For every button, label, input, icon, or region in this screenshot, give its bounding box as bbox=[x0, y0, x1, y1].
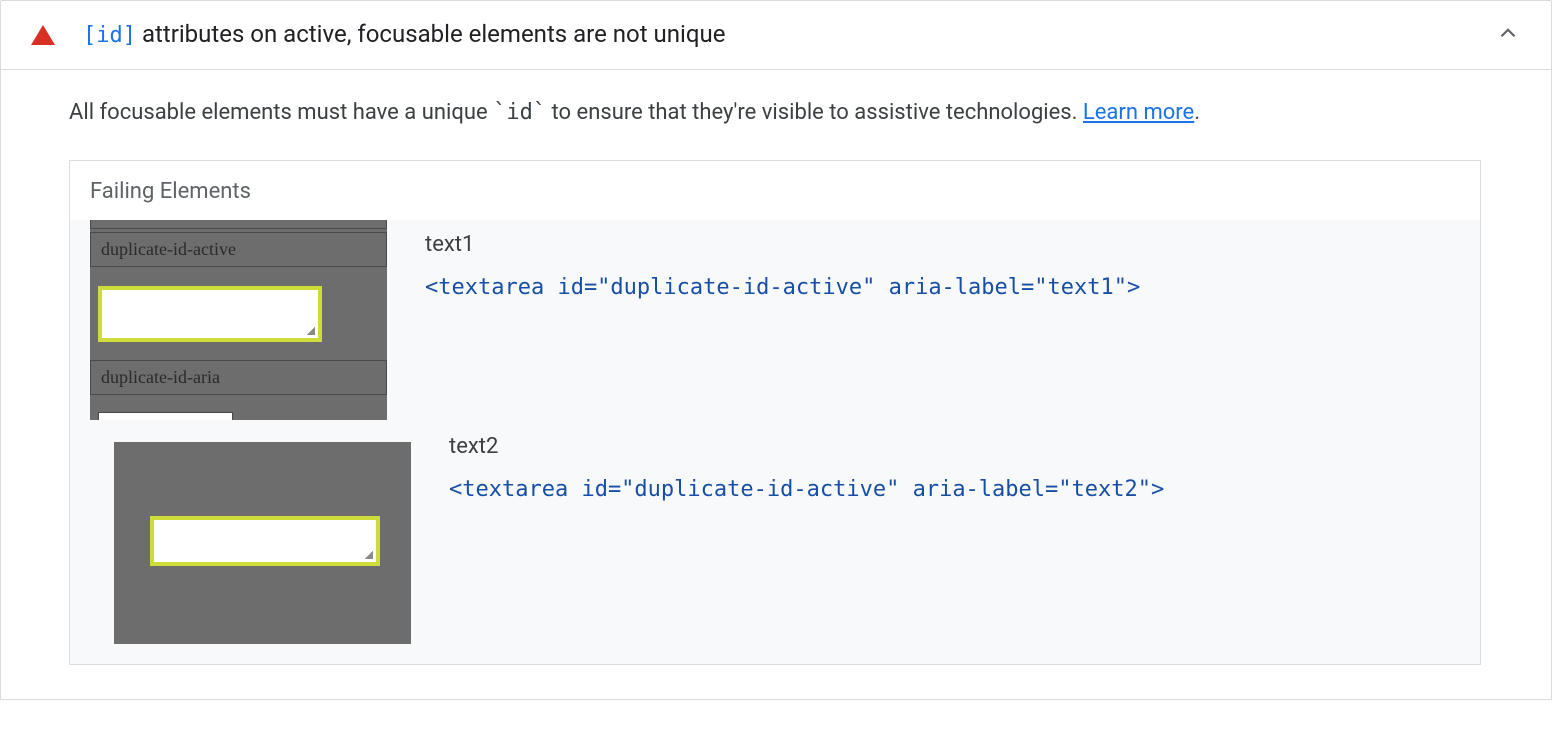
audit-title-text: attributes on active, focusable elements… bbox=[136, 20, 725, 48]
audit-body: All focusable elements must have a uniqu… bbox=[1, 69, 1551, 699]
learn-more-link[interactable]: Learn more bbox=[1083, 100, 1194, 125]
desc-post: to ensure that they're visible to assist… bbox=[546, 100, 1083, 125]
audit-header[interactable]: [id] attributes on active, focusable ele… bbox=[1, 1, 1551, 69]
failing-element-row[interactable]: text2 <textarea id="duplicate-id-active"… bbox=[70, 420, 1480, 644]
thumb-text: dlitem bbox=[90, 220, 387, 229]
error-triangle-icon bbox=[31, 25, 55, 45]
audit-description: All focusable elements must have a uniqu… bbox=[69, 98, 1481, 128]
chevron-up-icon[interactable] bbox=[1495, 20, 1521, 50]
audit-title-code: [id] bbox=[83, 23, 136, 48]
audit-item: [id] attributes on active, focusable ele… bbox=[0, 0, 1552, 700]
resize-icon bbox=[365, 551, 373, 559]
failing-element-code: <textarea id="duplicate-id-active" aria-… bbox=[449, 477, 1164, 502]
audit-title: [id] attributes on active, focusable ele… bbox=[83, 19, 1495, 51]
resize-icon bbox=[307, 327, 315, 335]
failing-element-label: text2 bbox=[449, 434, 1164, 459]
failing-element-row[interactable]: dlitem duplicate-id-active duplicate-id-… bbox=[70, 220, 1480, 420]
element-thumbnail bbox=[114, 442, 411, 644]
element-thumbnail: dlitem duplicate-id-active duplicate-id-… bbox=[90, 220, 387, 420]
failing-element-code: <textarea id="duplicate-id-active" aria-… bbox=[425, 275, 1140, 300]
desc-pre: All focusable elements must have a uniqu… bbox=[69, 100, 493, 125]
desc-code: `id` bbox=[493, 100, 546, 125]
failing-elements-list: dlitem duplicate-id-active duplicate-id-… bbox=[70, 220, 1480, 664]
failing-elements-title: Failing Elements bbox=[70, 161, 1480, 220]
failing-element-details: text1 <textarea id="duplicate-id-active"… bbox=[387, 220, 1140, 300]
thumb-text: duplicate-id-aria bbox=[90, 360, 387, 395]
failing-elements-box: Failing Elements dlitem duplicate-id-act… bbox=[69, 160, 1481, 665]
thumb-text: duplicate-id-active bbox=[90, 232, 387, 267]
failing-element-label: text1 bbox=[425, 232, 1140, 257]
failing-element-details: text2 <textarea id="duplicate-id-active"… bbox=[411, 420, 1164, 502]
